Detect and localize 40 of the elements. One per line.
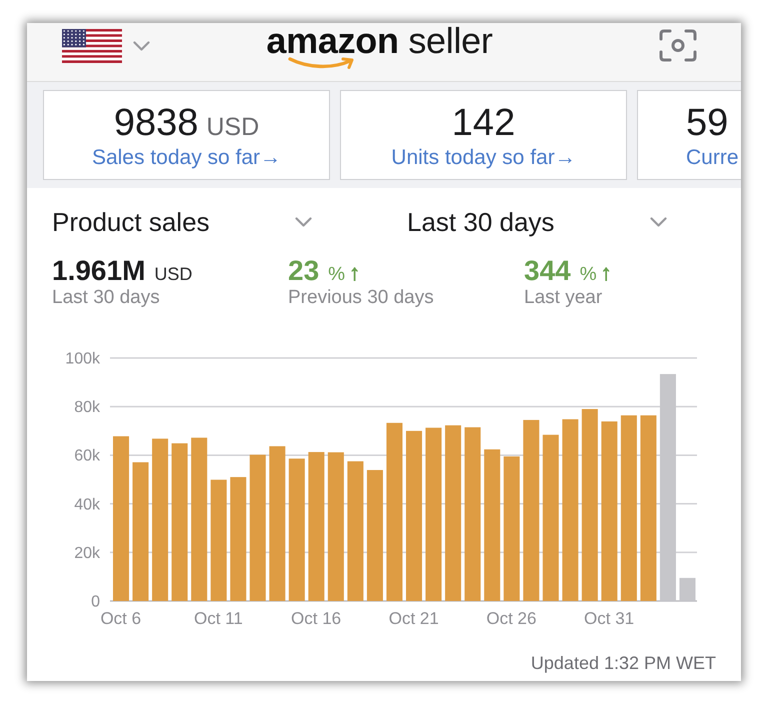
stat-unit: % xyxy=(580,263,597,287)
x-axis-label: Oct 21 xyxy=(388,609,439,628)
card-link[interactable]: Units today so far→ xyxy=(391,146,576,170)
x-axis-label: Oct 16 xyxy=(291,609,342,628)
trend-arrow: ↑ xyxy=(600,259,612,287)
card-link[interactable]: Curre xyxy=(686,146,739,170)
x-axis-label: Oct 6 xyxy=(100,609,142,628)
chevron-down-icon xyxy=(650,217,667,227)
chevron-down-icon xyxy=(295,217,312,227)
y-axis-label: 0 xyxy=(91,594,100,610)
chevron-down-icon[interactable] xyxy=(133,41,150,51)
stat-caption: Last year xyxy=(524,287,602,309)
dropdown[interactable]: Last 30 days xyxy=(407,207,667,237)
stat-caption: Previous 30 days xyxy=(288,287,434,309)
trend-arrow: ↑ xyxy=(349,259,360,287)
y-axis-label: 40k xyxy=(74,496,100,514)
x-axis-label: Oct 31 xyxy=(584,609,634,628)
card-value: 59 xyxy=(686,103,728,143)
dropdown[interactable]: Product sales xyxy=(52,207,312,237)
y-axis-label: 80k xyxy=(74,399,100,416)
stat-value: 23 xyxy=(288,255,320,287)
x-axis-label: Oct 11 xyxy=(194,609,243,628)
stat-value: 344 xyxy=(524,255,571,287)
y-axis-label: 100k xyxy=(65,350,100,368)
y-axis-label: 60k xyxy=(74,448,100,465)
scan-icon[interactable] xyxy=(659,29,698,62)
stat-unit: USD xyxy=(154,263,192,286)
updated-time-label: Updated 1:32 PM WET xyxy=(530,652,716,674)
card-unit: USD xyxy=(206,112,260,143)
x-axis-label: Oct 26 xyxy=(486,609,536,628)
card-value: 9838 xyxy=(114,103,198,143)
logo-text: amazon seller xyxy=(266,26,493,56)
smile-arrow-icon xyxy=(288,56,356,70)
y-axis-label: 20k xyxy=(74,544,100,562)
card-link[interactable]: Sales today so far→ xyxy=(92,146,282,170)
stat-caption: Last 30 days xyxy=(52,287,160,309)
flag-icon[interactable] xyxy=(62,29,122,63)
stat-value: 1.961M xyxy=(52,255,146,287)
card-value: 142 xyxy=(452,103,516,143)
stat-unit: % xyxy=(328,263,346,287)
